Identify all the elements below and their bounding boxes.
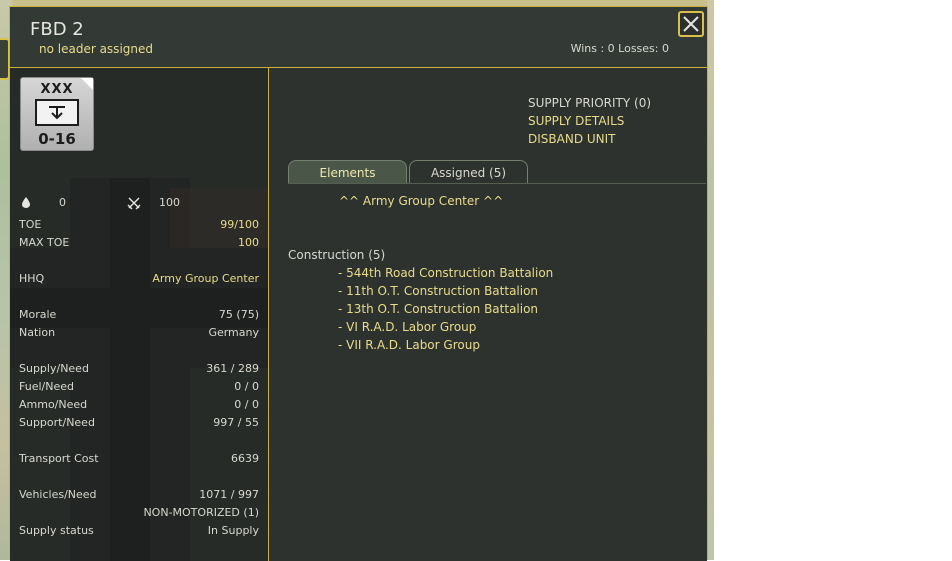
leader-status[interactable]: no leader assigned [39, 42, 153, 56]
stat-label: Nation [19, 326, 56, 339]
stat-row-supply-status: Supply status In Supply [19, 524, 259, 540]
supply-details-button[interactable]: SUPPLY DETAILS [528, 114, 624, 128]
unit-counter[interactable]: XXX 0-16 [20, 77, 94, 151]
disband-unit-button[interactable]: DISBAND UNIT [528, 132, 616, 146]
stat-value: 0 / 0 [234, 398, 259, 411]
stat-value: 100 [238, 236, 259, 249]
stat-value[interactable]: Army Group Center [152, 272, 259, 285]
unit-icons-row: 0 100 [19, 196, 259, 212]
stat-label: Supply status [19, 524, 94, 537]
stat-label: Supply/Need [19, 362, 89, 375]
stat-row-transport-cost: Transport Cost 6639 [19, 452, 259, 468]
stat-label: MAX TOE [19, 236, 70, 249]
tab-divider [288, 183, 706, 184]
stat-label: Morale [19, 308, 57, 321]
fort-icon [21, 196, 31, 211]
construction-symbol-icon [35, 99, 79, 126]
panel-header: FBD 2 no leader assigned Wins : 0 Losses… [10, 7, 707, 68]
stat-row-toe: TOE 99/100 [19, 218, 259, 234]
assigned-element[interactable]: - VII R.A.D. Labor Group [338, 338, 480, 352]
close-icon [683, 16, 699, 32]
stat-row-supply: Supply/Need 361 / 289 [19, 362, 259, 378]
stat-row-fuel: Fuel/Need 0 / 0 [19, 380, 259, 396]
combat-value: 100 [159, 196, 180, 209]
stat-label: Ammo/Need [19, 398, 88, 411]
unit-name: FBD 2 [30, 19, 84, 40]
stat-row-hhq[interactable]: HHQ Army Group Center [19, 272, 259, 288]
stat-row-motorization: NON-MOTORIZED (1) [19, 506, 259, 522]
assigned-hq-line[interactable]: ^^ Army Group Center ^^ [339, 194, 503, 208]
unit-details-column: SUPPLY PRIORITY (0) SUPPLY DETAILS DISBA… [269, 68, 707, 561]
tab-assigned[interactable]: Assigned (5) [409, 160, 528, 184]
supply-priority-button[interactable]: SUPPLY PRIORITY (0) [528, 96, 651, 110]
tab-elements[interactable]: Elements [288, 160, 407, 184]
stat-row-morale: Morale 75 (75) [19, 308, 259, 324]
stat-row-support: Support/Need 997 / 55 [19, 416, 259, 432]
stat-row-max-toe: MAX TOE 100 [19, 236, 259, 252]
unit-strength-label: 0-16 [38, 130, 76, 148]
assigned-element[interactable]: - 544th Road Construction Battalion [338, 266, 553, 280]
assigned-element[interactable]: - VI R.A.D. Labor Group [338, 320, 476, 334]
counter-corner-flag [81, 78, 93, 90]
stat-row-vehicles: Vehicles/Need 1071 / 997 [19, 488, 259, 504]
stat-value: 6639 [231, 452, 259, 465]
unit-stats-column: XXX 0-16 0 100 TOE 99/100 MAX TOE 100 HH… [10, 68, 269, 561]
stat-label: Support/Need [19, 416, 95, 429]
stat-label: HHQ [19, 272, 45, 285]
assigned-group-header: Construction (5) [288, 248, 386, 262]
assigned-element[interactable]: - 13th O.T. Construction Battalion [338, 302, 538, 316]
stat-value: 99/100 [220, 218, 259, 231]
stat-value: Germany [208, 326, 259, 339]
stat-label: Vehicles/Need [19, 488, 97, 501]
map-background-right [707, 0, 714, 560]
unit-detail-panel: FBD 2 no leader assigned Wins : 0 Losses… [9, 6, 708, 561]
assigned-element[interactable]: - 11th O.T. Construction Battalion [338, 284, 538, 298]
stat-row-ammo: Ammo/Need 0 / 0 [19, 398, 259, 414]
stat-value: 361 / 289 [206, 362, 259, 375]
stat-value: 75 (75) [218, 308, 259, 321]
stat-label: TOE [19, 218, 42, 231]
stat-row-nation: Nation Germany [19, 326, 259, 342]
stat-value: 1071 / 997 [199, 488, 259, 501]
fort-value: 0 [59, 196, 66, 209]
stat-label: Transport Cost [19, 452, 99, 465]
stat-label: Fuel/Need [19, 380, 74, 393]
stat-value: 997 / 55 [213, 416, 259, 429]
wins-losses: Wins : 0 Losses: 0 [570, 42, 669, 55]
stat-value: In Supply [207, 524, 259, 537]
close-button[interactable] [678, 11, 704, 37]
stat-value: 0 / 0 [234, 380, 259, 393]
stat-value: NON-MOTORIZED (1) [143, 506, 259, 519]
crossed-swords-icon [127, 196, 141, 213]
